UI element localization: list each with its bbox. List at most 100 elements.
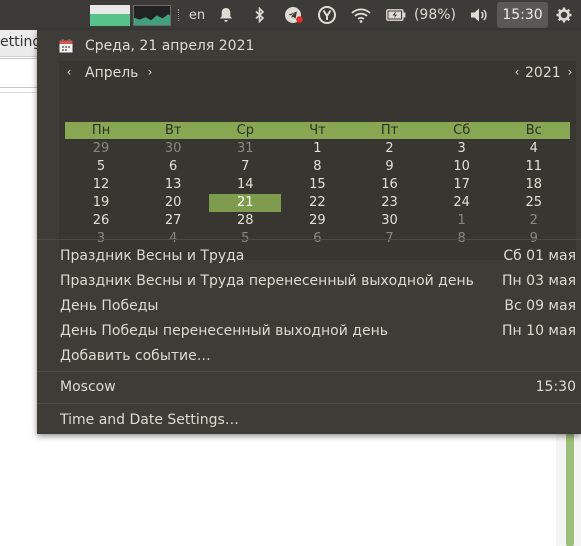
day-cell[interactable]: 16: [354, 176, 426, 194]
day-cell[interactable]: 5: [65, 158, 137, 176]
year-label: 2021: [525, 65, 561, 81]
day-cell[interactable]: 13: [137, 176, 209, 194]
day-cell[interactable]: 8: [281, 158, 353, 176]
event-title: Праздник Весны и Труда: [60, 248, 245, 264]
calendar-widget: ‹ Апрель › ‹ 2021 › Пн Вт Ср Чт Пт Сб Вс…: [59, 61, 576, 260]
week-row: 12 13 14 15 16 17 18: [65, 176, 570, 194]
date-header[interactable]: Среда, 21 апреля 2021: [59, 36, 254, 56]
volume-icon[interactable]: [468, 0, 492, 30]
day-cell[interactable]: 31: [209, 140, 281, 158]
battery-percent[interactable]: (98%): [412, 0, 458, 30]
day-cell[interactable]: 24: [426, 194, 498, 212]
week-row: 19 20 21 22 23 24 25: [65, 194, 570, 212]
prev-month-button[interactable]: ‹: [64, 65, 74, 79]
day-cell[interactable]: 4: [498, 140, 570, 158]
clock-indicator[interactable]: 15:30: [497, 2, 548, 28]
day-cell[interactable]: 17: [426, 176, 498, 194]
day-cell[interactable]: 10: [426, 158, 498, 176]
menu-separator: [37, 239, 581, 240]
weekday-header: Пн Вт Ср Чт Пт Сб Вс: [65, 122, 570, 139]
battery-icon[interactable]: [385, 0, 407, 30]
day-cell[interactable]: 7: [209, 158, 281, 176]
event-item[interactable]: День Победы перенесенный выходной день П…: [60, 320, 576, 342]
day-cell[interactable]: 29: [65, 140, 137, 158]
keyboard-layout-indicator[interactable]: en: [186, 0, 208, 30]
wifi-icon[interactable]: [349, 0, 373, 30]
day-cell[interactable]: 27: [137, 212, 209, 230]
location-time: 15:30: [535, 379, 576, 395]
next-month-button[interactable]: ›: [145, 65, 155, 79]
day-cell[interactable]: 6: [137, 158, 209, 176]
calendar-icon: [59, 39, 73, 53]
event-title: День Победы перенесенный выходной день: [60, 323, 388, 339]
month-label: Апрель: [85, 65, 139, 81]
day-cell[interactable]: 22: [281, 194, 353, 212]
next-year-button[interactable]: ›: [565, 65, 575, 79]
weekday-label: Вс: [525, 123, 542, 138]
time-date-settings-item[interactable]: Time and Date Settings…: [60, 409, 576, 431]
panel-separator: [178, 9, 181, 21]
day-cell[interactable]: 9: [354, 158, 426, 176]
day-cell[interactable]: 30: [354, 212, 426, 230]
day-cell[interactable]: 19: [65, 194, 137, 212]
menu-separator: [37, 403, 581, 404]
weekday-label: Пт: [380, 123, 399, 138]
event-title: Праздник Весны и Труда перенесенный выхо…: [60, 273, 474, 289]
day-cell[interactable]: 20: [137, 194, 209, 212]
menu-separator: [37, 371, 581, 372]
prev-year-button[interactable]: ‹: [512, 65, 522, 79]
bell-icon[interactable]: [216, 0, 236, 30]
event-date: Пн 10 мая: [502, 323, 576, 339]
day-cell[interactable]: 3: [426, 140, 498, 158]
day-cell[interactable]: 18: [498, 176, 570, 194]
datetime-menu: Среда, 21 апреля 2021 ‹ Апрель › ‹ 2021 …: [37, 30, 581, 434]
day-cell[interactable]: 1: [426, 212, 498, 230]
network-graph-icon[interactable]: [133, 5, 171, 26]
day-cell[interactable]: 25: [498, 194, 570, 212]
week-row: 29 30 31 1 2 3 4: [65, 140, 570, 158]
weekday-label: Ср: [236, 123, 254, 138]
day-cell[interactable]: 2: [498, 212, 570, 230]
memory-graph-icon[interactable]: [90, 5, 130, 26]
location-city: Moscow: [60, 379, 116, 395]
day-cell[interactable]: 28: [209, 212, 281, 230]
today-cell[interactable]: 21: [209, 194, 282, 212]
day-cell[interactable]: 23: [354, 194, 426, 212]
event-date: Пн 03 мая: [502, 273, 576, 289]
day-cell[interactable]: 12: [65, 176, 137, 194]
day-cell[interactable]: 30: [137, 140, 209, 158]
add-event-label: Добавить событие…: [60, 348, 211, 364]
day-cell[interactable]: 11: [498, 158, 570, 176]
event-date: Вс 09 мая: [504, 298, 576, 314]
event-item[interactable]: Праздник Весны и Труда Сб 01 мая: [60, 245, 576, 267]
telegram-icon[interactable]: [283, 0, 305, 30]
weekday-label: Сб: [453, 123, 471, 138]
background-input[interactable]: [0, 58, 40, 88]
day-cell[interactable]: 1: [281, 140, 353, 158]
yandex-disk-icon[interactable]: [317, 0, 337, 30]
background-tab-label[interactable]: etting: [0, 34, 41, 50]
bluetooth-icon[interactable]: [252, 0, 268, 30]
date-header-label: Среда, 21 апреля 2021: [85, 38, 255, 54]
weekday-label: Чт: [309, 123, 326, 138]
day-cell[interactable]: 29: [281, 212, 353, 230]
event-title: День Победы: [60, 298, 159, 314]
event-date: Сб 01 мая: [503, 248, 576, 264]
add-event-item[interactable]: Добавить событие…: [60, 345, 576, 367]
week-row: 26 27 28 29 30 1 2: [65, 212, 570, 230]
event-item[interactable]: День Победы Вс 09 мая: [60, 295, 576, 317]
event-item[interactable]: Праздник Весны и Труда перенесенный выхо…: [60, 270, 576, 292]
day-grid: 29 30 31 1 2 3 4 5 6 7 8 9 10 11 12 13 1…: [65, 140, 570, 248]
day-cell[interactable]: 26: [65, 212, 137, 230]
time-date-settings-label: Time and Date Settings…: [60, 412, 239, 428]
background-divider: [0, 92, 40, 93]
week-row: 5 6 7 8 9 10 11: [65, 158, 570, 176]
day-cell[interactable]: 15: [281, 176, 353, 194]
weekday-label: Вт: [164, 123, 182, 138]
day-cell[interactable]: 14: [209, 176, 281, 194]
background-scrollbar-thumb[interactable]: [566, 432, 574, 546]
location-item[interactable]: Moscow 15:30: [60, 376, 576, 398]
day-cell[interactable]: 2: [354, 140, 426, 158]
gear-icon[interactable]: [553, 0, 575, 30]
weekday-label: Пн: [91, 123, 111, 138]
